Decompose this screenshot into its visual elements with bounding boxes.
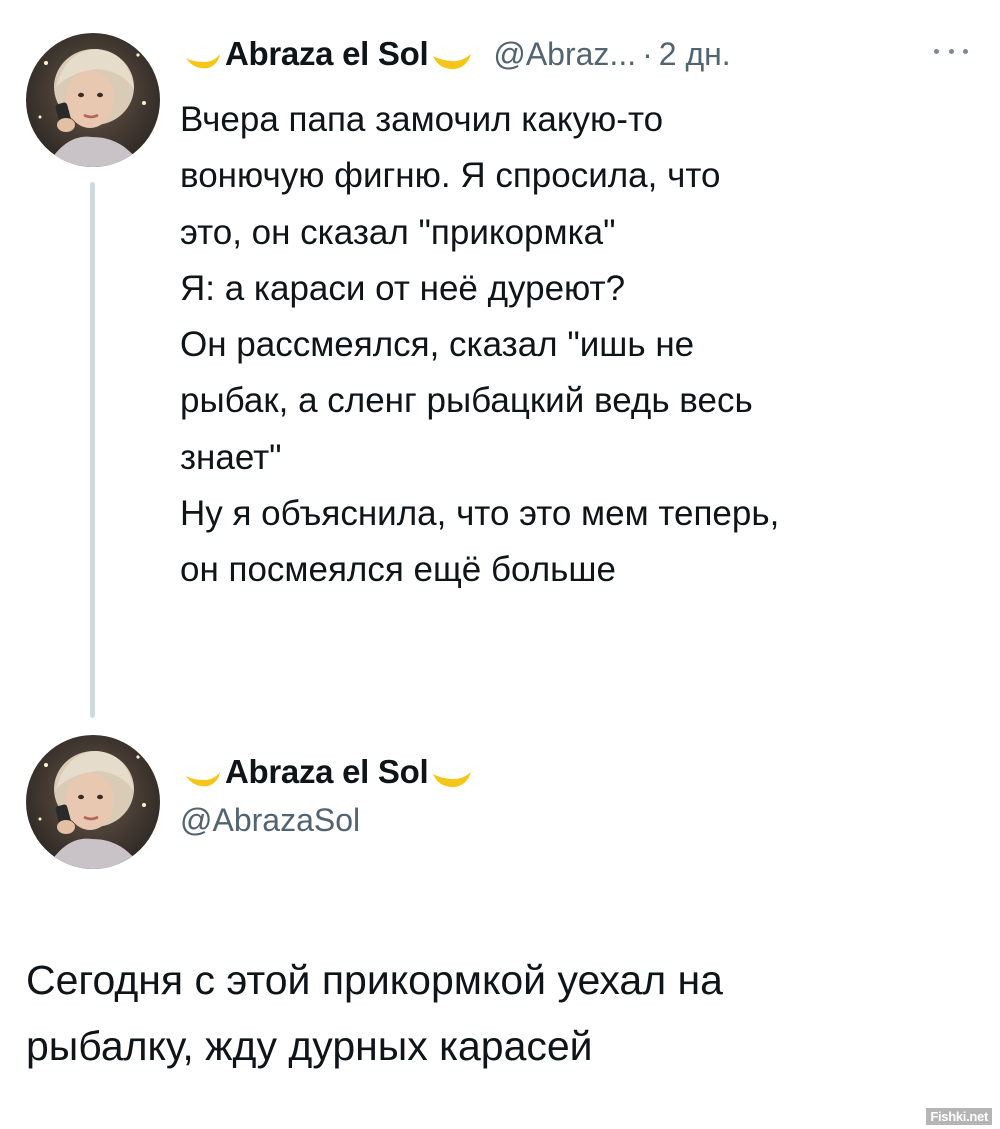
tweet-line: рыбак, а сленг рыбацкий ведь весь — [180, 381, 753, 421]
crescent-moon-icon — [433, 54, 472, 70]
tweet-line: Я: а караси от неё дуреют? — [180, 268, 626, 308]
tweet-line: знает" — [180, 437, 282, 477]
crescent-moon-icon — [186, 772, 220, 787]
author-name[interactable]: Abraza el Sol — [225, 35, 429, 73]
tweet-line: рыбалку, жду дурных карасей — [26, 1023, 593, 1069]
thread-connector-line — [90, 182, 95, 718]
avatar-photo — [26, 33, 160, 167]
avatar[interactable] — [26, 33, 160, 167]
tweet-line: Вчера папа замочил какую-то — [180, 100, 664, 139]
author-handle[interactable]: @AbrazaSol — [180, 802, 360, 839]
tweet-line: Он рассмеялся, сказал "ишь не — [180, 325, 695, 365]
site-watermark: Fishki.net — [926, 1108, 992, 1125]
tweet-body: Сегодня с этой прикормкой уехал на рыбал… — [26, 947, 976, 1079]
tweet-line: он посмеялся ещё больше — [180, 550, 616, 590]
author-handle[interactable]: @Abraz... — [493, 36, 636, 73]
tweet-body: Вчера папа замочил какую-то вонючую фигн… — [180, 92, 980, 599]
tweet-timestamp[interactable]: 2 дн. — [659, 36, 731, 73]
crescent-moon-icon — [433, 772, 472, 788]
author-name[interactable]: Abraza el Sol — [225, 753, 429, 791]
tweet-header: Abraza el Sol — [180, 748, 473, 796]
more-horizontal-icon[interactable] — [934, 44, 968, 58]
tweet-line: Сегодня с этой прикормкой уехал на — [26, 957, 723, 1003]
avatar-photo — [26, 735, 160, 869]
crescent-moon-icon — [186, 54, 220, 69]
tweet-line: Ну я объяснила, что это мем теперь, — [180, 494, 780, 534]
avatar[interactable] — [26, 735, 160, 869]
tweet-header: Abraza el Sol @Abraz... · 2 дн. — [180, 30, 731, 78]
tweet-line: вонючую фигню. Я спросила, что — [180, 156, 721, 196]
meta-separator: · — [642, 35, 653, 72]
tweet-line: это, он сказал "прикормка" — [180, 212, 616, 252]
